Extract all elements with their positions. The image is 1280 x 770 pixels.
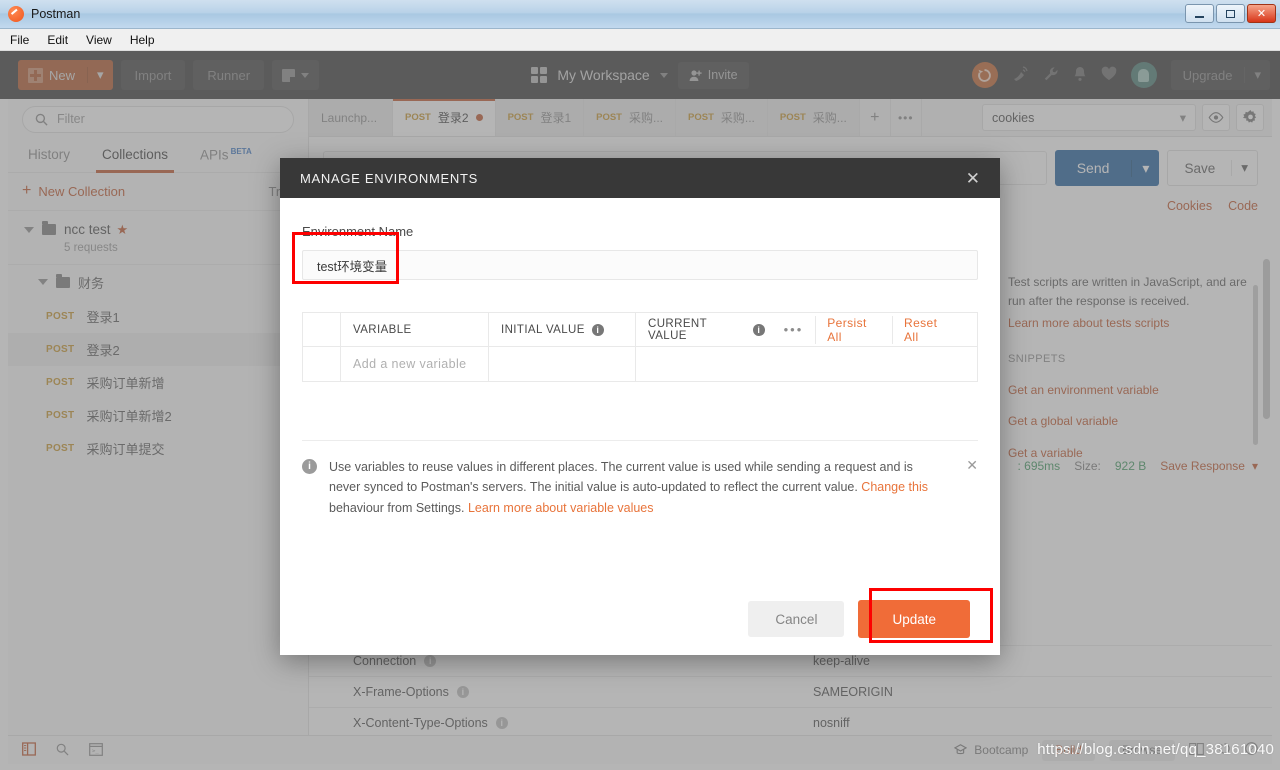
info-icon[interactable]: i xyxy=(753,323,765,336)
maximize-icon xyxy=(1226,9,1235,18)
maximize-button[interactable] xyxy=(1216,4,1245,23)
dismiss-banner-button[interactable]: ✕ xyxy=(966,457,978,474)
info-text-part-1: Use variables to reuse values in differe… xyxy=(329,460,913,495)
close-button[interactable]: ✕ xyxy=(1247,4,1276,23)
cancel-button[interactable]: Cancel xyxy=(748,601,845,637)
menu-view[interactable]: View xyxy=(86,33,112,47)
modal-title: MANAGE ENVIRONMENTS xyxy=(300,170,478,186)
manage-environments-modal: MANAGE ENVIRONMENTS ✕ Environment Name t… xyxy=(280,158,1000,655)
variables-table: VARIABLE INITIAL VALUE i CURRENT VALUE i… xyxy=(302,312,978,382)
column-header-variable: VARIABLE xyxy=(341,312,489,347)
table-tools: ••• Persist All Reset All xyxy=(772,315,965,344)
new-variable-placeholder: Add a new variable xyxy=(353,357,467,371)
info-icon: i xyxy=(302,459,317,474)
info-text-part-2: behaviour from Settings. xyxy=(329,500,468,515)
update-button[interactable]: Update xyxy=(858,600,970,638)
learn-more-link[interactable]: Learn more about variable values xyxy=(468,501,654,515)
environment-name-label: Environment Name xyxy=(302,224,414,239)
window-controls: ✕ xyxy=(1185,4,1276,23)
watermark: https://blog.csdn.net/qq_38161040 xyxy=(1037,741,1274,758)
new-current-value-input[interactable] xyxy=(636,347,977,381)
variables-info-banner: i Use variables to reuse values in diffe… xyxy=(302,440,978,518)
window-title: Postman xyxy=(31,7,81,21)
close-icon[interactable]: ✕ xyxy=(966,170,980,187)
postman-logo-icon xyxy=(8,6,24,22)
variables-info-text: Use variables to reuse values in differe… xyxy=(329,457,944,518)
menu-edit[interactable]: Edit xyxy=(47,33,68,47)
new-initial-value-input[interactable] xyxy=(489,347,636,381)
minimize-button[interactable] xyxy=(1185,4,1214,23)
table-more-icon[interactable]: ••• xyxy=(772,322,816,337)
info-icon[interactable]: i xyxy=(591,323,604,336)
modal-header: MANAGE ENVIRONMENTS ✕ xyxy=(280,158,1000,198)
modal-body: Environment Name test环境变量 VARIABLE INITI… xyxy=(280,198,1000,382)
environment-name-input[interactable]: test环境变量 xyxy=(302,250,978,280)
modal-footer: Cancel Update xyxy=(280,583,1000,655)
new-variable-input[interactable]: Add a new variable xyxy=(341,347,489,381)
postman-window: Postman ✕ File Edit View Help New ▾ Impo… xyxy=(0,0,1280,770)
menu-file[interactable]: File xyxy=(10,33,29,47)
table-row[interactable]: Add a new variable xyxy=(303,347,977,381)
window-titlebar: Postman ✕ xyxy=(0,0,1280,29)
menu-help[interactable]: Help xyxy=(130,33,155,47)
column-header-current-value: CURRENT VALUE i ••• Persist All Reset Al… xyxy=(636,313,977,347)
row-checkbox-cell[interactable] xyxy=(303,347,341,381)
persist-all-button[interactable]: Persist All xyxy=(815,315,892,344)
variables-table-header: VARIABLE INITIAL VALUE i CURRENT VALUE i… xyxy=(303,312,977,347)
reset-all-button[interactable]: Reset All xyxy=(892,315,963,344)
column-header-initial-value: INITIAL VALUE i xyxy=(489,312,636,347)
change-this-link[interactable]: Change this xyxy=(861,480,928,494)
menubar: File Edit View Help xyxy=(0,29,1280,51)
select-all-checkbox-cell[interactable] xyxy=(303,312,341,347)
minimize-icon xyxy=(1195,15,1204,18)
